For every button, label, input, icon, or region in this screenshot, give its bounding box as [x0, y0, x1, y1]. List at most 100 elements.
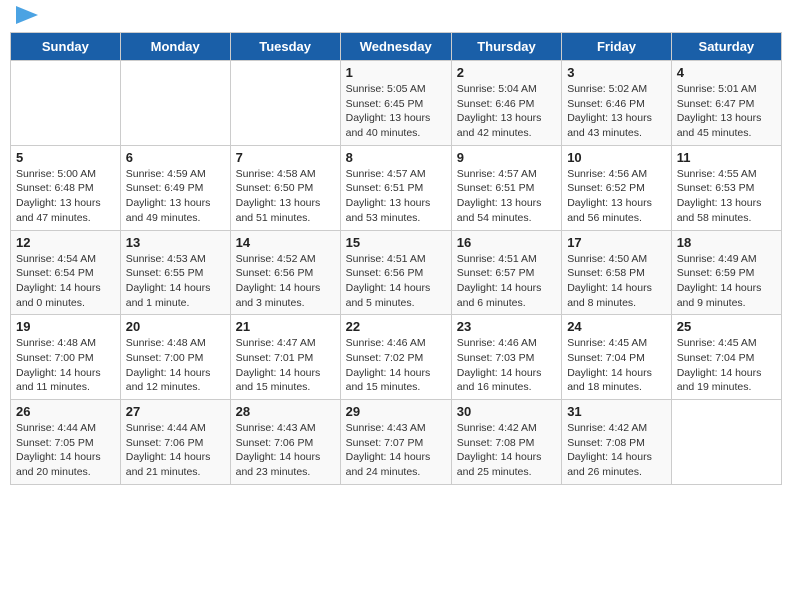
calendar-cell: 3Sunrise: 5:02 AMSunset: 6:46 PMDaylight… — [562, 61, 672, 146]
cell-info: Sunset: 6:57 PM — [457, 266, 556, 281]
cell-info: Sunrise: 4:45 AM — [677, 336, 776, 351]
cell-info: Sunset: 6:53 PM — [677, 181, 776, 196]
cell-info: Sunset: 6:46 PM — [457, 97, 556, 112]
cell-info: Sunrise: 4:43 AM — [346, 421, 446, 436]
day-number: 12 — [16, 235, 115, 250]
cell-info: Sunset: 6:47 PM — [677, 97, 776, 112]
calendar-cell: 5Sunrise: 5:00 AMSunset: 6:48 PMDaylight… — [11, 145, 121, 230]
col-header-monday: Monday — [120, 33, 230, 61]
cell-info: Sunset: 7:05 PM — [16, 436, 115, 451]
cell-info: Sunset: 7:00 PM — [16, 351, 115, 366]
cell-info: Daylight: 14 hours and 19 minutes. — [677, 366, 776, 395]
cell-info: Sunrise: 4:45 AM — [567, 336, 666, 351]
calendar-cell: 13Sunrise: 4:53 AMSunset: 6:55 PMDayligh… — [120, 230, 230, 315]
calendar-cell: 28Sunrise: 4:43 AMSunset: 7:06 PMDayligh… — [230, 400, 340, 485]
calendar-cell: 26Sunrise: 4:44 AMSunset: 7:05 PMDayligh… — [11, 400, 121, 485]
cell-info: Daylight: 14 hours and 26 minutes. — [567, 450, 666, 479]
cell-info: Daylight: 14 hours and 5 minutes. — [346, 281, 446, 310]
day-number: 10 — [567, 150, 666, 165]
cell-info: Sunset: 6:51 PM — [346, 181, 446, 196]
cell-info: Daylight: 13 hours and 53 minutes. — [346, 196, 446, 225]
cell-info: Sunset: 6:56 PM — [236, 266, 335, 281]
day-number: 6 — [126, 150, 225, 165]
cell-info: Sunset: 6:56 PM — [346, 266, 446, 281]
cell-info: Sunrise: 4:46 AM — [457, 336, 556, 351]
cell-info: Sunrise: 4:47 AM — [236, 336, 335, 351]
calendar-cell: 2Sunrise: 5:04 AMSunset: 6:46 PMDaylight… — [451, 61, 561, 146]
calendar-cell — [671, 400, 781, 485]
col-header-sunday: Sunday — [11, 33, 121, 61]
cell-info: Daylight: 14 hours and 12 minutes. — [126, 366, 225, 395]
day-number: 5 — [16, 150, 115, 165]
day-number: 18 — [677, 235, 776, 250]
cell-info: Sunrise: 4:56 AM — [567, 167, 666, 182]
day-number: 26 — [16, 404, 115, 419]
cell-info: Daylight: 13 hours and 49 minutes. — [126, 196, 225, 225]
day-number: 4 — [677, 65, 776, 80]
calendar-cell: 1Sunrise: 5:05 AMSunset: 6:45 PMDaylight… — [340, 61, 451, 146]
calendar-cell: 18Sunrise: 4:49 AMSunset: 6:59 PMDayligh… — [671, 230, 781, 315]
cell-info: Sunset: 7:04 PM — [677, 351, 776, 366]
cell-info: Sunrise: 4:42 AM — [567, 421, 666, 436]
cell-info: Sunrise: 4:49 AM — [677, 252, 776, 267]
cell-info: Sunset: 7:04 PM — [567, 351, 666, 366]
cell-info: Daylight: 13 hours and 54 minutes. — [457, 196, 556, 225]
week-row-4: 19Sunrise: 4:48 AMSunset: 7:00 PMDayligh… — [11, 315, 782, 400]
cell-info: Sunrise: 4:57 AM — [346, 167, 446, 182]
calendar-cell: 7Sunrise: 4:58 AMSunset: 6:50 PMDaylight… — [230, 145, 340, 230]
cell-info: Sunset: 6:51 PM — [457, 181, 556, 196]
cell-info: Sunrise: 4:58 AM — [236, 167, 335, 182]
cell-info: Sunrise: 4:59 AM — [126, 167, 225, 182]
cell-info: Daylight: 14 hours and 21 minutes. — [126, 450, 225, 479]
cell-info: Daylight: 14 hours and 0 minutes. — [16, 281, 115, 310]
cell-info: Daylight: 14 hours and 11 minutes. — [16, 366, 115, 395]
day-number: 9 — [457, 150, 556, 165]
day-number: 16 — [457, 235, 556, 250]
cell-info: Sunset: 7:03 PM — [457, 351, 556, 366]
calendar-cell: 30Sunrise: 4:42 AMSunset: 7:08 PMDayligh… — [451, 400, 561, 485]
cell-info: Sunrise: 4:51 AM — [346, 252, 446, 267]
day-number: 28 — [236, 404, 335, 419]
cell-info: Sunset: 7:07 PM — [346, 436, 446, 451]
day-number: 31 — [567, 404, 666, 419]
week-row-1: 1Sunrise: 5:05 AMSunset: 6:45 PMDaylight… — [11, 61, 782, 146]
cell-info: Daylight: 14 hours and 23 minutes. — [236, 450, 335, 479]
calendar-cell — [11, 61, 121, 146]
logo — [14, 10, 38, 24]
cell-info: Daylight: 14 hours and 25 minutes. — [457, 450, 556, 479]
calendar-cell: 27Sunrise: 4:44 AMSunset: 7:06 PMDayligh… — [120, 400, 230, 485]
calendar-cell: 16Sunrise: 4:51 AMSunset: 6:57 PMDayligh… — [451, 230, 561, 315]
cell-info: Sunset: 6:58 PM — [567, 266, 666, 281]
col-header-saturday: Saturday — [671, 33, 781, 61]
cell-info: Daylight: 14 hours and 15 minutes. — [346, 366, 446, 395]
cell-info: Daylight: 13 hours and 58 minutes. — [677, 196, 776, 225]
day-number: 24 — [567, 319, 666, 334]
cell-info: Sunset: 6:49 PM — [126, 181, 225, 196]
cell-info: Daylight: 14 hours and 9 minutes. — [677, 281, 776, 310]
cell-info: Sunrise: 4:44 AM — [16, 421, 115, 436]
calendar-cell: 11Sunrise: 4:55 AMSunset: 6:53 PMDayligh… — [671, 145, 781, 230]
col-header-wednesday: Wednesday — [340, 33, 451, 61]
calendar-cell: 31Sunrise: 4:42 AMSunset: 7:08 PMDayligh… — [562, 400, 672, 485]
cell-info: Sunrise: 4:48 AM — [16, 336, 115, 351]
logo-arrow-icon — [16, 6, 38, 24]
cell-info: Daylight: 14 hours and 8 minutes. — [567, 281, 666, 310]
col-header-friday: Friday — [562, 33, 672, 61]
cell-info: Sunset: 6:46 PM — [567, 97, 666, 112]
day-number: 21 — [236, 319, 335, 334]
day-number: 1 — [346, 65, 446, 80]
day-number: 14 — [236, 235, 335, 250]
cell-info: Sunrise: 4:52 AM — [236, 252, 335, 267]
cell-info: Sunrise: 4:55 AM — [677, 167, 776, 182]
cell-info: Sunset: 7:06 PM — [236, 436, 335, 451]
cell-info: Daylight: 13 hours and 42 minutes. — [457, 111, 556, 140]
day-number: 3 — [567, 65, 666, 80]
cell-info: Sunrise: 5:01 AM — [677, 82, 776, 97]
cell-info: Daylight: 14 hours and 3 minutes. — [236, 281, 335, 310]
calendar-cell — [230, 61, 340, 146]
calendar-cell: 22Sunrise: 4:46 AMSunset: 7:02 PMDayligh… — [340, 315, 451, 400]
cell-info: Daylight: 13 hours and 43 minutes. — [567, 111, 666, 140]
cell-info: Sunrise: 4:48 AM — [126, 336, 225, 351]
cell-info: Daylight: 13 hours and 47 minutes. — [16, 196, 115, 225]
calendar-cell: 14 Sunrise: 4:52 AMSunset: 6:56 PMDayligh… — [230, 230, 340, 315]
